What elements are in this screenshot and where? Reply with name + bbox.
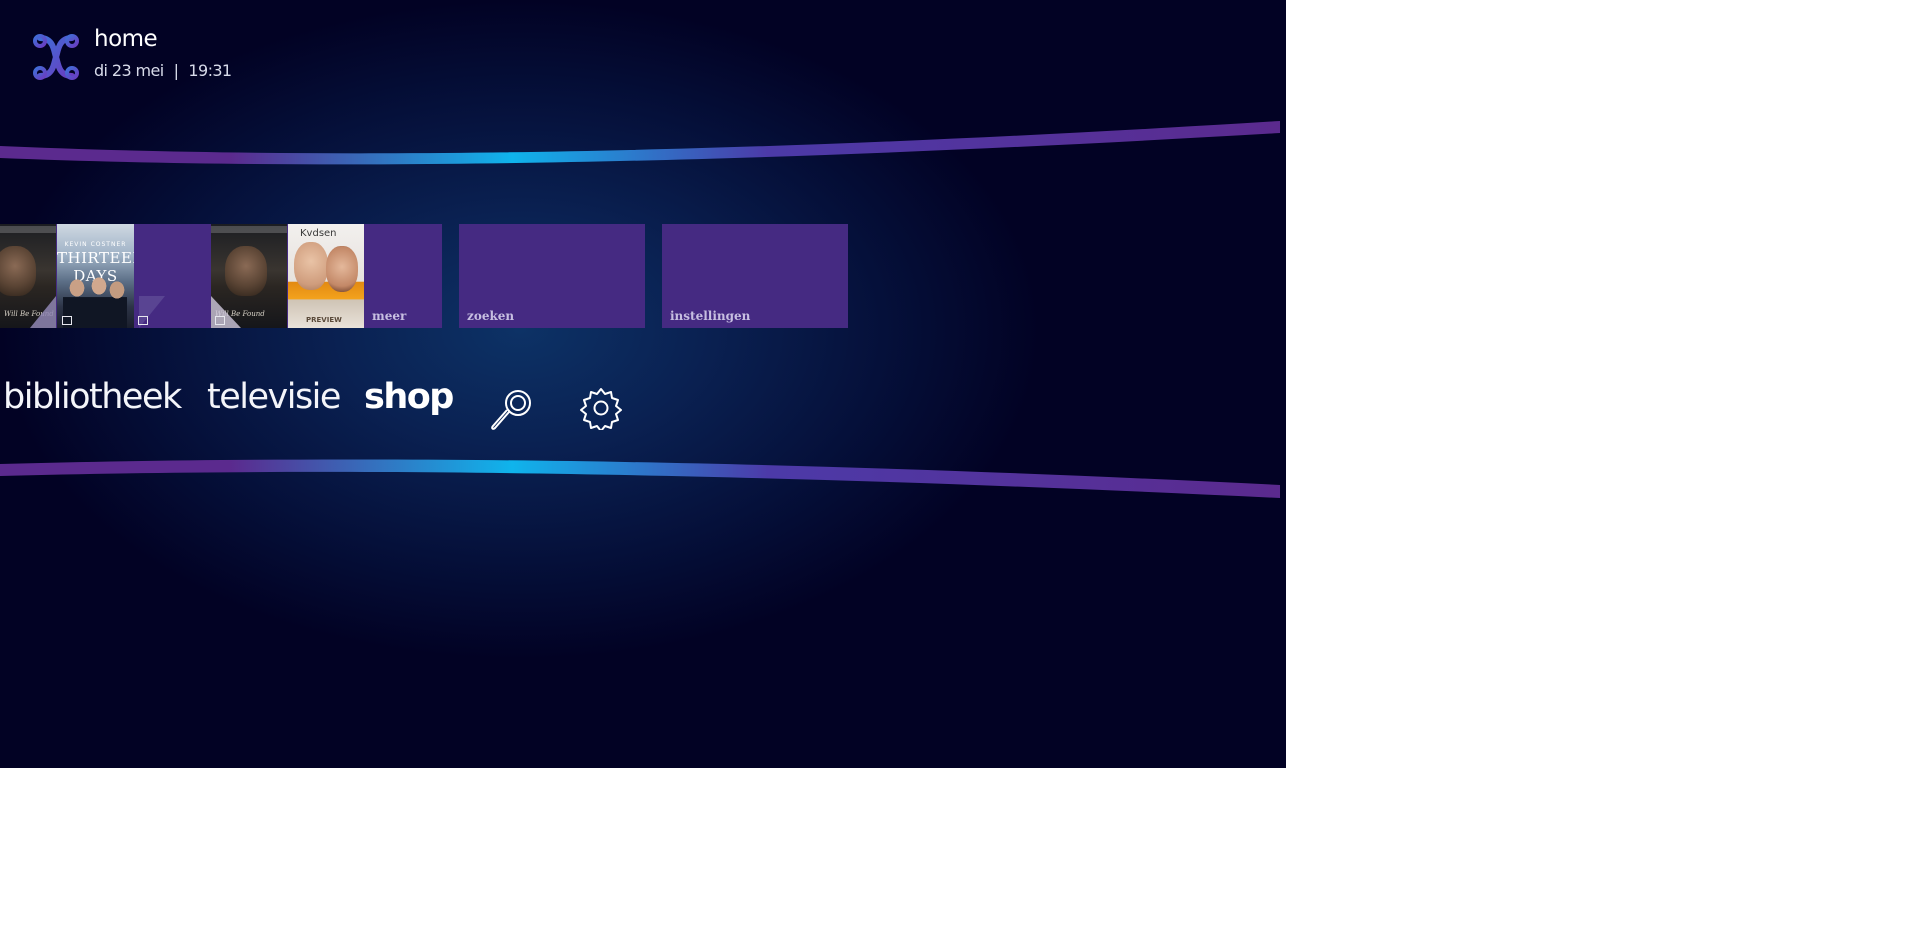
tile-zoeken[interactable]: zoeken (459, 224, 645, 328)
copy-icon (62, 316, 72, 325)
tile-instellingen[interactable]: instellingen (662, 224, 848, 328)
nav-item-bibliotheek[interactable]: bibliotheek (3, 377, 182, 427)
poster-figure (326, 246, 358, 292)
tile-label: zoeken (467, 309, 515, 323)
date-time: di 23 mei | 19:31 (94, 61, 232, 80)
poster-banner (211, 226, 287, 233)
brand-logo-icon (33, 34, 79, 80)
tile-label: instellingen (670, 309, 751, 323)
search-icon[interactable] (488, 386, 536, 434)
poster-figures (63, 276, 127, 328)
page-title: home (94, 26, 158, 52)
poster-banner (0, 226, 56, 233)
decorative-band-top (0, 121, 1280, 165)
poster-thumbnail[interactable]: KEVIN COSTNER THIRTEEN DAYS (57, 224, 134, 328)
tv-home-screen: home di 23 mei | 19:31 Will Be Found KEV… (0, 0, 1286, 768)
time-text: 19:31 (188, 61, 232, 80)
poster-figure (0, 246, 36, 296)
decorative-band-bottom (0, 459, 1280, 498)
poster-title: Kvdsen (300, 228, 337, 239)
separator: | (173, 61, 179, 80)
gear-icon[interactable] (579, 386, 623, 430)
tile-meer[interactable]: Will Be Found KEVIN COSTNER THIRTEEN DAY… (0, 224, 442, 328)
nav-item-shop[interactable]: shop (364, 377, 454, 427)
tile-label: meer (372, 309, 407, 323)
nav-item-televisie[interactable]: televisie (207, 377, 341, 427)
folded-corner-icon (30, 296, 56, 328)
poster-figure (225, 246, 267, 296)
shortcut-tiles: Will Be Found KEVIN COSTNER THIRTEEN DAY… (0, 224, 860, 328)
copy-icon (138, 316, 148, 325)
copy-icon (215, 316, 225, 325)
poster-tag: PREVIEW (306, 316, 342, 324)
poster-thumbnail[interactable]: Kvdsen PREVIEW (288, 224, 364, 328)
date-text: di 23 mei (94, 61, 164, 80)
poster-cast: KEVIN COSTNER (64, 241, 127, 248)
poster-figure (294, 242, 328, 290)
